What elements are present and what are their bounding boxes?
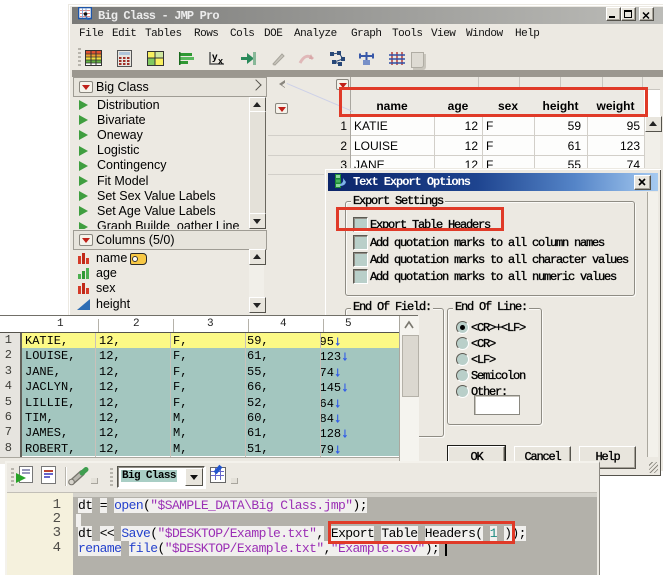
svg-text:x: x	[218, 56, 223, 66]
